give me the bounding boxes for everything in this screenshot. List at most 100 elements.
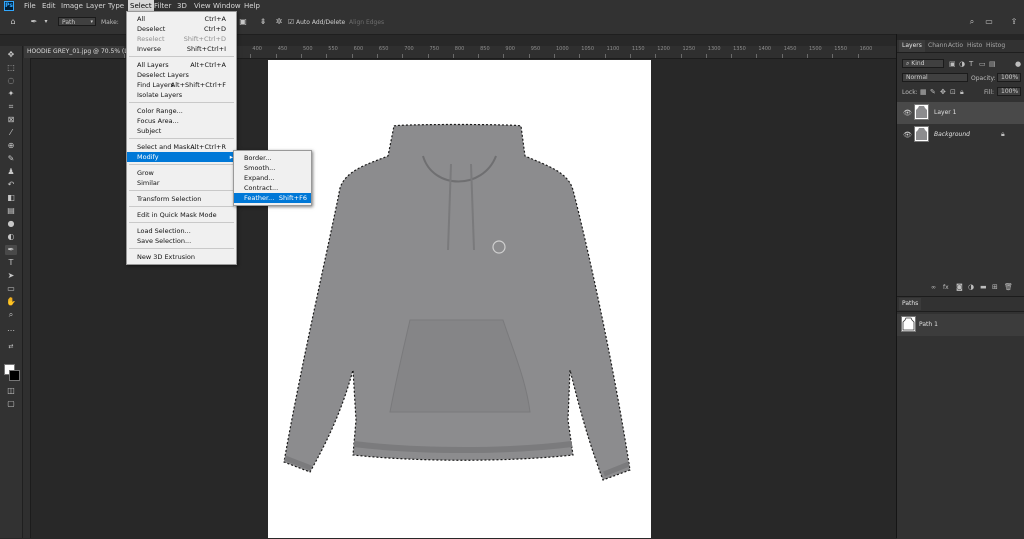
layer-row-layer-1[interactable]: 👁︎ Layer 1 [897, 102, 1024, 124]
submenu-item-feather[interactable]: Feather... Shift+F6 [234, 193, 311, 203]
marquee-tool-icon[interactable]: ⬚ [5, 63, 17, 73]
home-icon[interactable]: ⌂ [9, 18, 17, 26]
auto-add-delete-checkbox[interactable]: ☑ [287, 18, 295, 26]
document-tab[interactable]: HOODIE GREY_01.jpg @ 70.5% (Layer [24, 46, 141, 58]
opacity-input[interactable]: 100% [997, 73, 1021, 82]
layer-name[interactable]: Background [934, 131, 970, 138]
layer-row-background[interactable]: 👁︎ Background 🔒︎ [897, 124, 1024, 146]
move-tool-icon[interactable]: ✥ [5, 50, 17, 60]
frame-tool-icon[interactable]: ⊠ [5, 115, 17, 125]
menu-item-inverse[interactable]: Inverse Shift+Ctrl+I [127, 44, 236, 54]
menu-item-deselect-layers[interactable]: Deselect Layers [127, 70, 236, 80]
submenu-item-smooth[interactable]: Smooth... [234, 163, 311, 173]
menu-item-transform-selection[interactable]: Transform Selection [127, 194, 236, 204]
filter-shape-icon[interactable]: ▭ [979, 60, 986, 68]
tab-histogram[interactable]: Histog [986, 40, 1005, 52]
menu-item-isolate-layers[interactable]: Isolate Layers [127, 90, 236, 100]
swap-colors-icon[interactable]: ⇄ [5, 342, 17, 352]
menu-item-modify[interactable]: Modify ▸ [127, 152, 236, 162]
menu-edit[interactable]: Edit [42, 0, 56, 12]
tab-actions[interactable]: Actio [948, 40, 963, 52]
lock-all-icon[interactable]: 🔒︎ [960, 88, 964, 97]
menu-help[interactable]: Help [244, 0, 260, 12]
filter-smartobject-icon[interactable]: ▤ [989, 60, 996, 68]
path-name[interactable]: Path 1 [919, 321, 938, 328]
chevron-down-icon[interactable]: ▾ [42, 18, 50, 26]
eyedropper-tool-icon[interactable]: ⁄ [5, 128, 17, 138]
menu-item-all-layers[interactable]: All Layers Alt+Ctrl+A [127, 60, 236, 70]
fill-input[interactable]: 100% [997, 87, 1021, 96]
menu-item-select-and-mask[interactable]: Select and Mask... Alt+Ctrl+R [127, 142, 236, 152]
filter-adjustment-icon[interactable]: ◑ [959, 60, 965, 68]
hand-tool-icon[interactable]: ✋ [5, 297, 17, 307]
menu-file[interactable]: File [24, 0, 36, 12]
zoom-tool-icon[interactable]: ⌕ [5, 310, 17, 320]
adjustment-layer-icon[interactable]: ◑ [968, 283, 974, 291]
menu-item-all[interactable]: All Ctrl+A [127, 14, 236, 24]
screen-mode-icon[interactable]: ▢ [5, 399, 17, 409]
layer-name[interactable]: Layer 1 [934, 109, 956, 116]
background-color-swatch[interactable] [9, 370, 20, 381]
menu-item-reselect[interactable]: Reselect Shift+Ctrl+D [127, 34, 236, 44]
more-tools-icon[interactable]: ⋯ [5, 326, 17, 336]
tool-mode-select[interactable]: Path ▾ [58, 17, 96, 26]
filter-toggle-icon[interactable]: ● [1015, 60, 1021, 68]
brush-tool-icon[interactable]: ✎ [5, 154, 17, 164]
new-group-icon[interactable]: ▬ [980, 283, 987, 291]
path-selection-tool-icon[interactable]: ➤ [5, 271, 17, 281]
pen-tool-icon[interactable]: ✒ [5, 245, 17, 255]
menu-item-grow[interactable]: Grow [127, 168, 236, 178]
submenu-item-border[interactable]: Border... [234, 153, 311, 163]
history-brush-tool-icon[interactable]: ↶ [5, 180, 17, 190]
gear-icon[interactable]: ✲ [275, 18, 283, 26]
lasso-tool-icon[interactable]: ◌ [5, 76, 17, 86]
menu-item-edit-in-quick-mask-mode[interactable]: Edit in Quick Mask Mode [127, 210, 236, 220]
filter-kind-select[interactable]: ⌕ Kind [902, 59, 944, 68]
path-row[interactable]: Path 1 [897, 314, 1024, 336]
type-tool-icon[interactable]: T [5, 258, 17, 268]
menu-type[interactable]: Type [108, 0, 124, 12]
lock-artboard-icon[interactable]: ⊡ [950, 88, 956, 96]
menu-image[interactable]: Image [61, 0, 83, 12]
quick-mask-icon[interactable]: ◫ [5, 386, 17, 396]
tab-paths[interactable]: Paths [899, 298, 922, 310]
rectangle-tool-icon[interactable]: ▭ [5, 284, 17, 294]
add-mask-icon[interactable]: ◙ [956, 283, 963, 291]
dodge-tool-icon[interactable]: ◐ [5, 232, 17, 242]
menu-layer[interactable]: Layer [86, 0, 106, 12]
hoodie-image[interactable] [268, 60, 651, 538]
lock-pixels-icon[interactable]: ✎ [930, 88, 936, 96]
menu-item-subject[interactable]: Subject [127, 126, 236, 136]
workspace-icon[interactable]: ▭ [985, 18, 993, 26]
new-layer-icon[interactable]: ⊞ [992, 283, 998, 291]
visibility-eye-icon[interactable]: 👁︎ [903, 131, 912, 139]
layer-style-icon[interactable]: fx [943, 284, 949, 291]
menu-item-load-selection[interactable]: Load Selection... [127, 226, 236, 236]
menu-item-color-range[interactable]: Color Range... [127, 106, 236, 116]
blur-tool-icon[interactable]: ● [5, 219, 17, 229]
search-icon[interactable]: ⌕ [968, 18, 976, 26]
eraser-tool-icon[interactable]: ◧ [5, 193, 17, 203]
delete-layer-icon[interactable]: 🗑︎ [1004, 283, 1013, 291]
submenu-item-expand[interactable]: Expand... [234, 173, 311, 183]
tab-layers[interactable]: Layers [899, 40, 925, 52]
path-arrangement-icon[interactable]: ⇟ [259, 18, 267, 26]
filter-type-icon[interactable]: T [969, 60, 973, 68]
tab-channels[interactable]: Chann [928, 40, 947, 52]
path-operations-icon[interactable]: ▣ [239, 18, 247, 26]
share-icon[interactable]: ⇪ [1010, 18, 1018, 26]
menu-item-find-layers[interactable]: Find Layers Alt+Shift+Ctrl+F [127, 80, 236, 90]
pen-tool-icon[interactable]: ✒ [30, 18, 38, 26]
menu-item-focus-area[interactable]: Focus Area... [127, 116, 236, 126]
crop-tool-icon[interactable]: ⌗ [5, 102, 17, 112]
blend-mode-select[interactable]: Normal [902, 73, 968, 82]
gradient-tool-icon[interactable]: ▤ [5, 206, 17, 216]
lock-transparent-icon[interactable]: ▦ [920, 88, 927, 96]
menu-item-similar[interactable]: Similar [127, 178, 236, 188]
submenu-item-contract[interactable]: Contract... [234, 183, 311, 193]
tab-history[interactable]: Histo [967, 40, 982, 52]
menu-item-deselect[interactable]: Deselect Ctrl+D [127, 24, 236, 34]
link-layers-icon[interactable]: ∞ [931, 284, 936, 291]
stamp-tool-icon[interactable]: ♟ [5, 167, 17, 177]
visibility-eye-icon[interactable]: 👁︎ [903, 109, 912, 117]
